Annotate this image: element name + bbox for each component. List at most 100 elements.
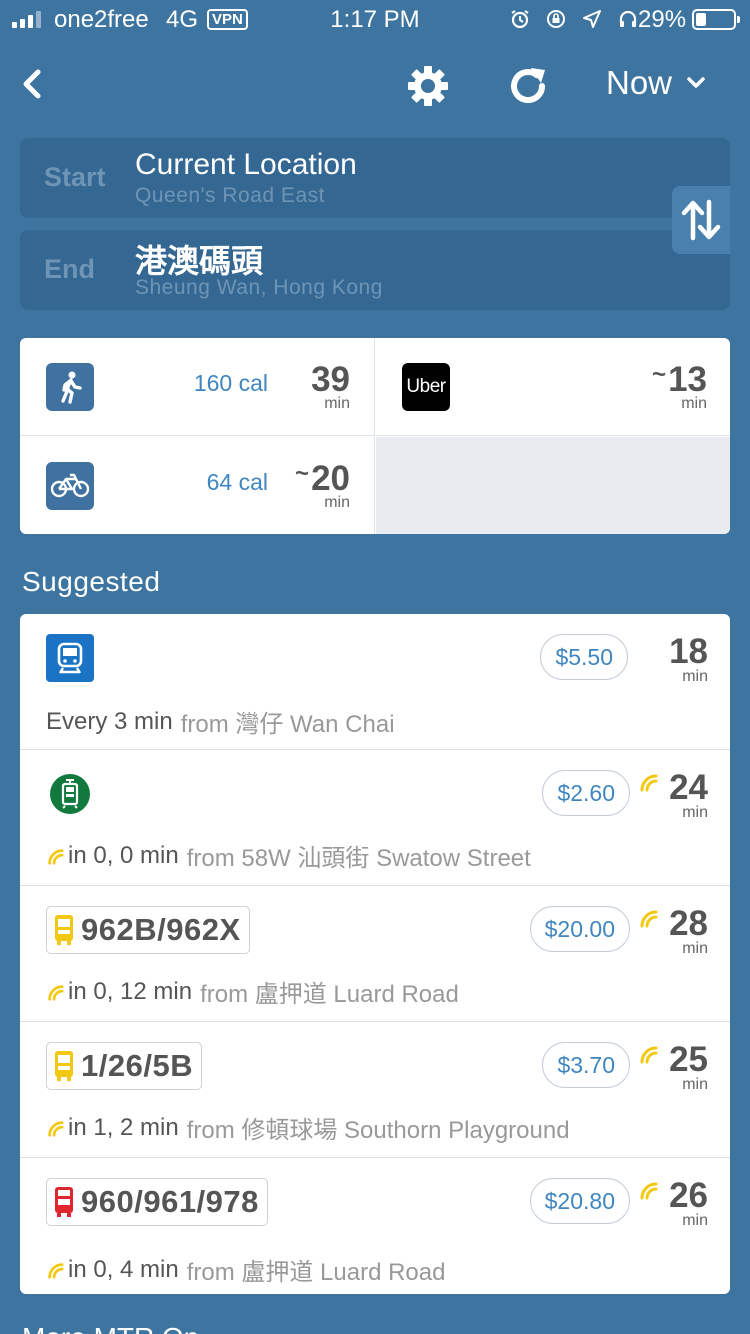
gear-icon <box>408 66 448 106</box>
battery-icon <box>692 9 740 30</box>
bus-route-badge: 960/961/978 <box>46 1178 268 1226</box>
route-info: in 0, 0 min from 58W 汕頭街 Swatow Street <box>46 838 531 873</box>
walk-duration: 39 <box>311 360 350 399</box>
bus-route-number: 962B/962X <box>81 912 241 947</box>
swap-locations-button[interactable] <box>672 186 730 254</box>
bike-duration: 20 <box>311 459 350 498</box>
realtime-icon <box>640 910 658 928</box>
bus-route-number: 960/961/978 <box>81 1184 259 1219</box>
location-arrow-icon <box>583 10 602 28</box>
end-location-field[interactable]: End 港澳碼頭 Sheung Wan, Hong Kong <box>20 230 730 310</box>
bus-route-badge: 962B/962X <box>46 906 250 954</box>
uber-option[interactable]: Uber ~13 min <box>376 338 730 436</box>
route-frequency: Every 3 min <box>46 707 173 735</box>
walk-calories: 160 cal <box>193 370 268 396</box>
route-arrival: in 0, 0 min <box>68 841 179 869</box>
tram-icon <box>50 774 90 814</box>
bus-icon <box>55 915 73 945</box>
realtime-icon <box>640 1046 658 1064</box>
route-info: in 0, 12 min from 盧押道 Luard Road <box>46 974 459 1009</box>
mtr-train-icon <box>46 634 94 682</box>
route-arrival: in 0, 12 min <box>68 977 193 1005</box>
route-item[interactable]: $2.60 24 min in 0, 0 min from 58W 汕頭街 Sw… <box>20 750 730 886</box>
route-duration: 28 <box>669 904 708 943</box>
empty-cell <box>376 437 730 534</box>
route-duration: 26 <box>669 1176 708 1215</box>
start-tag: Start <box>44 162 106 192</box>
bike-option[interactable]: 64 cal ~20 min <box>20 437 375 534</box>
status-bar: one2free 4G VPN 1:17 PM 29% <box>0 0 750 40</box>
travel-modes-card: 160 cal 39 min Uber ~13 min 64 cal ~20 m… <box>20 338 730 534</box>
uber-logo: Uber <box>402 363 450 411</box>
swap-arrows-icon <box>681 199 721 241</box>
start-subtitle: Queen's Road East <box>135 184 325 207</box>
more-options-heading: More MTR Op... <box>22 1322 223 1334</box>
suggested-heading: Suggested <box>22 566 161 597</box>
uber-duration-unit: min <box>681 395 707 412</box>
walk-duration-unit: min <box>324 395 350 412</box>
start-title: Current Location <box>135 148 357 181</box>
walk-option[interactable]: 160 cal 39 min <box>20 338 375 436</box>
route-item[interactable]: 960/961/978 $20.80 26 min in 0, 4 min fr… <box>20 1158 730 1294</box>
realtime-icon <box>48 984 64 1001</box>
bus-route-badge: 1/26/5B <box>46 1042 203 1090</box>
uber-approx: ~ <box>652 361 667 388</box>
route-info: in 1, 2 min from 修頓球場 Southorn Playgroun… <box>46 1110 570 1145</box>
realtime-icon <box>640 774 658 792</box>
route-duration-unit: min <box>682 940 708 957</box>
realtime-icon <box>640 1182 658 1200</box>
route-info: Every 3 min from 灣仔 Wan Chai <box>46 704 395 739</box>
chevron-down-icon <box>687 77 705 88</box>
fare-badge: $3.70 <box>542 1042 630 1088</box>
uber-duration: 13 <box>668 360 707 399</box>
route-arrival: in 1, 2 min <box>68 1113 179 1141</box>
route-duration: 24 <box>669 768 708 807</box>
route-from: from 58W 汕頭街 Swatow Street <box>186 845 531 872</box>
route-duration-unit: min <box>682 1076 708 1093</box>
refresh-button[interactable] <box>504 62 552 110</box>
time-selector-label: Now <box>606 64 673 101</box>
route-item[interactable]: 962B/962X $20.00 28 min in 0, 12 min fro… <box>20 886 730 1022</box>
chevron-left-icon <box>23 69 41 99</box>
headphones-icon <box>620 10 637 27</box>
route-from: from 盧押道 Luard Road <box>200 981 459 1008</box>
route-info: in 0, 4 min from 盧押道 Luard Road <box>46 1252 445 1287</box>
bus-route-number: 1/26/5B <box>81 1048 194 1083</box>
route-arrival: in 0, 4 min <box>68 1255 179 1283</box>
fare-badge: $20.80 <box>529 1178 630 1224</box>
bike-calories: 64 cal <box>206 469 268 495</box>
fare-badge: $2.60 <box>542 770 630 816</box>
route-duration-unit: min <box>682 668 708 685</box>
start-location-field[interactable]: Start Current Location Queen's Road East <box>20 138 730 218</box>
bus-icon <box>55 1051 73 1081</box>
realtime-icon <box>48 848 64 865</box>
refresh-icon <box>511 68 545 103</box>
back-button[interactable] <box>18 62 58 106</box>
route-duration-unit: min <box>682 804 708 821</box>
route-duration: 25 <box>669 1040 708 1079</box>
end-subtitle: Sheung Wan, Hong Kong <box>135 276 383 299</box>
fare-badge: $20.00 <box>529 906 630 952</box>
bicycle-icon <box>46 462 94 510</box>
fare-badge: $5.50 <box>540 634 628 680</box>
route-from: from 灣仔 Wan Chai <box>180 711 395 738</box>
suggested-route-list: $5.50 18 min Every 3 min from 灣仔 Wan Cha… <box>20 614 730 1294</box>
route-from: from 盧押道 Luard Road <box>186 1259 446 1286</box>
double-decker-bus-icon <box>55 1187 73 1217</box>
bike-duration-wrap: ~20 <box>295 459 350 499</box>
bike-approx: ~ <box>295 460 310 487</box>
uber-duration-wrap: ~13 <box>652 360 707 400</box>
alarm-icon <box>511 10 529 29</box>
route-duration: 18 <box>669 632 708 671</box>
realtime-icon <box>48 1120 64 1137</box>
bike-duration-unit: min <box>324 494 350 511</box>
route-item[interactable]: 1/26/5B $3.70 25 min in 1, 2 min from 修頓… <box>20 1022 730 1158</box>
time-selector[interactable]: Now <box>606 64 706 102</box>
realtime-icon <box>48 1262 64 1279</box>
walking-icon <box>46 363 94 411</box>
battery-percent: 29% <box>638 6 687 33</box>
route-item[interactable]: $5.50 18 min Every 3 min from 灣仔 Wan Cha… <box>20 614 730 750</box>
route-duration-unit: min <box>682 1212 708 1229</box>
end-tag: End <box>44 254 95 284</box>
settings-button[interactable] <box>404 62 452 110</box>
